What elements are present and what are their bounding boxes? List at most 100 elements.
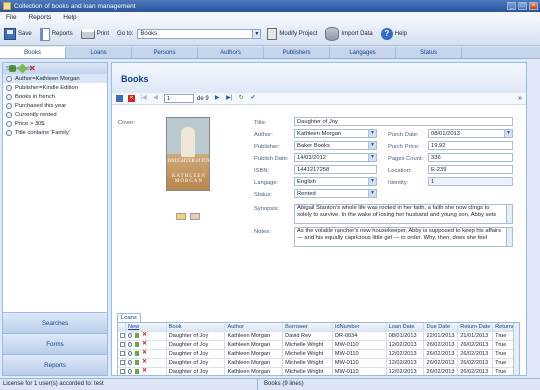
view-icon[interactable]: [127, 369, 132, 375]
purch-price-field[interactable]: 19,92: [428, 141, 513, 150]
delete-icon[interactable]: ✕: [142, 350, 147, 356]
column-header[interactable]: Borrower: [283, 323, 333, 331]
column-header[interactable]: Due Date: [424, 323, 459, 331]
column-header[interactable]: Return Date: [458, 323, 494, 331]
import-data-button[interactable]: Import Data: [325, 27, 373, 41]
table-row[interactable]: ✕ Daughter of Joy Kathleen Morgan Michel…: [118, 359, 519, 368]
shortcut-item[interactable]: Purchased this year: [3, 101, 107, 110]
column-header[interactable]: IdNumber: [333, 323, 387, 331]
next-record-icon[interactable]: ▶: [214, 95, 221, 102]
tab-langages[interactable]: Langages: [330, 47, 396, 58]
remove-cover-button[interactable]: [190, 213, 200, 220]
column-header[interactable]: Loan Date: [387, 323, 425, 331]
previous-record-icon[interactable]: ◀: [152, 95, 159, 102]
first-record-icon[interactable]: |◀: [140, 95, 147, 102]
edit-icon[interactable]: [134, 342, 139, 348]
status-field[interactable]: Rented ▼: [294, 189, 377, 198]
menu-file[interactable]: File: [6, 14, 16, 21]
collapse-icon[interactable]: »: [518, 95, 522, 102]
view-icon[interactable]: [127, 342, 132, 348]
purch-date-field[interactable]: 08/01/2013 ▼: [428, 129, 513, 138]
delete-icon[interactable]: ✕: [142, 341, 147, 347]
view-icon[interactable]: [127, 360, 132, 366]
column-header[interactable]: Author: [225, 323, 284, 331]
save-button[interactable]: Save: [4, 28, 32, 40]
table-row[interactable]: ✕ Daughter of Joy Kathleen Morgan Michel…: [118, 341, 519, 350]
close-button[interactable]: ×: [529, 2, 538, 10]
synopsis-field[interactable]: Abigail Stanton's whole life was rooted …: [294, 204, 513, 224]
tab-loans-subform[interactable]: Loans: [117, 313, 141, 322]
load-cover-button[interactable]: [176, 213, 186, 220]
maximize-button[interactable]: □: [518, 2, 527, 10]
cell-return-date: 21/01/2013: [458, 332, 494, 340]
edit-icon[interactable]: [134, 369, 139, 375]
tab-loans[interactable]: Loans: [66, 47, 132, 58]
isbn-label: ISBN:: [254, 168, 270, 174]
table-row[interactable]: ✕ Daughter of Joy Kathleen Morgan David …: [118, 332, 519, 341]
reports-side-button[interactable]: Reports: [3, 354, 107, 375]
minimize-button[interactable]: _: [507, 2, 516, 10]
grid-scrollbar[interactable]: [513, 323, 519, 375]
tab-publishers[interactable]: Publishers: [264, 47, 330, 58]
edit-icon[interactable]: [134, 360, 139, 366]
help-button[interactable]: ? Help: [380, 28, 407, 40]
author-field[interactable]: Kathleen Morgan ▼: [294, 129, 377, 138]
table-row[interactable]: ✕ Daughter of Joy Kathleen Morgan Michel…: [118, 350, 519, 359]
delete-icon[interactable]: ✕: [142, 332, 147, 338]
title-field[interactable]: Daughter of Joy: [294, 117, 513, 126]
row-checkbox[interactable]: [120, 333, 125, 338]
edit-icon[interactable]: [134, 333, 139, 339]
view-icon[interactable]: [127, 333, 132, 339]
edit-icon[interactable]: [134, 351, 139, 357]
goto-select[interactable]: Books ▼: [137, 29, 262, 39]
loans-grid: New Book Author Borrower IdNumber Loan D…: [117, 322, 520, 376]
cell-book: Daughter of Joy: [167, 350, 226, 358]
purch-date-value: 08/01/2013: [431, 131, 461, 137]
new-loan-link[interactable]: New: [126, 323, 167, 331]
shortcut-item[interactable]: Author=Kathleen Morgan: [3, 74, 107, 83]
cell-due-date: 26/02/2013: [424, 359, 459, 367]
forms-button[interactable]: Forms: [3, 333, 107, 354]
column-header[interactable]: Book: [167, 323, 226, 331]
tab-status[interactable]: Status: [396, 47, 462, 58]
license-status: License for 1 user(s) accorded to: test: [3, 379, 258, 390]
shortcut-item[interactable]: Currently rented: [3, 110, 107, 119]
tab-authors[interactable]: Authors: [198, 47, 264, 58]
delete-icon[interactable]: ✕: [142, 368, 147, 374]
refresh-icon[interactable]: ↻: [238, 95, 245, 102]
menu-reports[interactable]: Reports: [28, 14, 51, 21]
last-record-icon[interactable]: ▶|: [226, 95, 233, 102]
searches-button[interactable]: Searches: [3, 312, 107, 333]
shortcut-item[interactable]: Books in french: [3, 92, 107, 101]
scrollbar[interactable]: [506, 205, 512, 223]
publish-date-field[interactable]: 14/03/2012 ▼: [294, 153, 377, 162]
row-checkbox[interactable]: [120, 369, 125, 374]
row-checkbox[interactable]: [120, 342, 125, 347]
tab-persons[interactable]: Persons: [132, 47, 198, 58]
language-field[interactable]: English ▼: [294, 177, 377, 186]
publish-date-label: Publish Date:: [254, 156, 289, 162]
shortcut-item[interactable]: Title contains 'Family': [3, 128, 107, 137]
delete-record-icon[interactable]: ✕: [128, 95, 135, 102]
modify-project-button[interactable]: Modify Project: [267, 28, 317, 40]
publisher-field[interactable]: Baker Books ▼: [294, 141, 377, 150]
delete-icon[interactable]: ✕: [142, 359, 147, 365]
location-field[interactable]: E-239: [428, 165, 513, 174]
save-record-icon[interactable]: [116, 95, 123, 102]
row-checkbox[interactable]: [120, 360, 125, 365]
table-row[interactable]: ✕ Daughter of Joy Kathleen Morgan Michel…: [118, 368, 519, 375]
reports-button[interactable]: Reports: [39, 27, 73, 41]
shortcut-item[interactable]: Price > 30$: [3, 119, 107, 128]
validate-icon[interactable]: ✔: [250, 95, 257, 102]
row-checkbox[interactable]: [120, 351, 125, 356]
notes-field[interactable]: As the volatile rancher's new housekeepe…: [294, 227, 513, 247]
shortcut-item[interactable]: Publisher=Kindle Edition: [3, 83, 107, 92]
view-icon[interactable]: [127, 351, 132, 357]
menu-help[interactable]: Help: [63, 14, 76, 21]
pages-count-field[interactable]: 336: [428, 153, 513, 162]
isbn-field[interactable]: 1441217258: [294, 165, 377, 174]
page-input[interactable]: 1: [164, 94, 194, 103]
print-button[interactable]: Print: [80, 29, 109, 39]
tab-books[interactable]: Books: [0, 47, 66, 58]
scrollbar[interactable]: [506, 228, 512, 246]
